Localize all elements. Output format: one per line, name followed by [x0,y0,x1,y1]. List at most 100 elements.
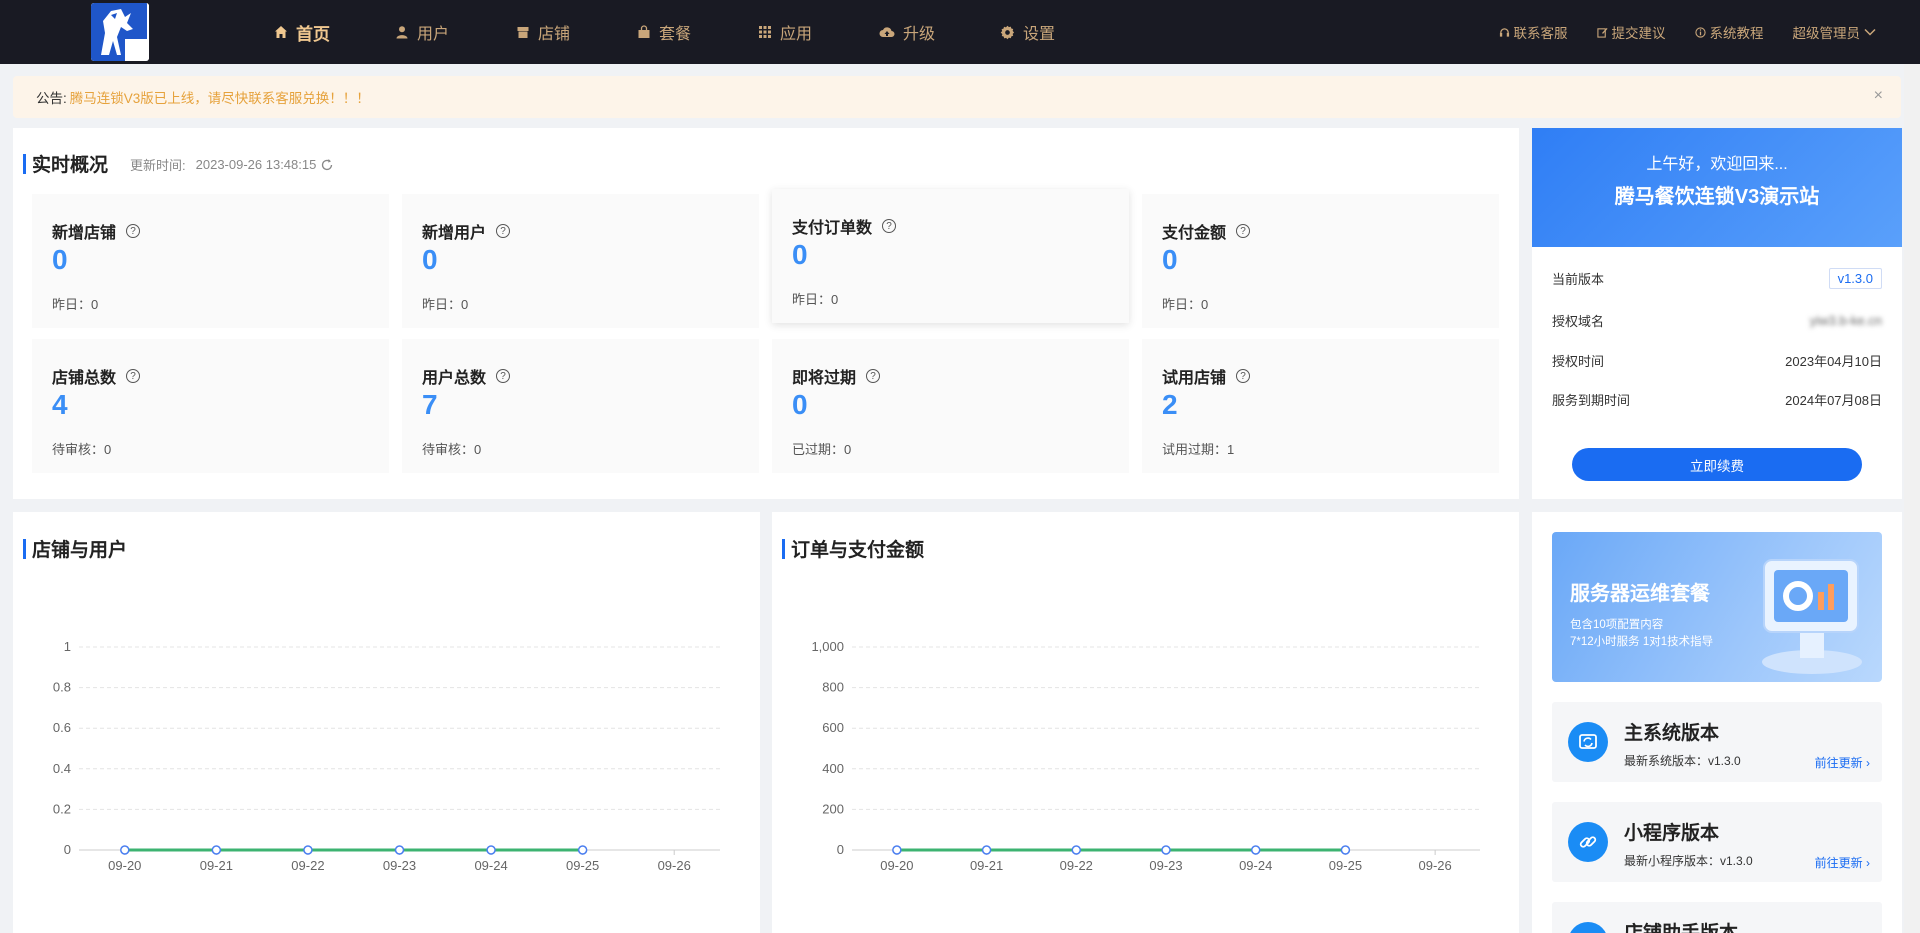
help-icon[interactable]: ? [126,369,141,383]
stat-title-text: 用户总数 [422,370,487,387]
domain-value: yiw3.b-ke.cn [1809,312,1882,328]
data-point [981,845,992,855]
go-update-label: 前往更新 [1814,856,1863,870]
nav-item-upgrade[interactable]: 升级 [867,0,988,64]
data-point [1340,845,1351,855]
chevron-down-icon [1864,28,1876,36]
stat-value: 2 [1162,389,1178,420]
data-point [486,845,496,855]
info-row-version: 当前版本 v1.3.0 [1552,266,1882,290]
info-row-auth-time: 授权时间 2023年04月10日 [1552,351,1882,369]
stat-title-text: 支付订单数 [792,220,873,237]
info-row-expire-time: 服务到期时间 2024年07月08日 [1552,390,1882,408]
stat-title-text: 即将过期 [792,370,857,387]
help-icon[interactable]: ? [882,219,897,233]
cloud-upload-icon [879,27,895,37]
nav-item-apps[interactable]: 应用 [746,0,867,64]
stat-card: 用户总数? 7 待审核：0 [402,339,759,473]
update-time-label: 更新时间: [130,158,186,173]
info-row-domain: 授权域名 yiw3.b-ke.cn [1552,311,1882,329]
main-system-version-box: 主系统版本 最新系统版本：v1.3.0 前往更新 › [1552,702,1882,782]
nav-label: 店铺 [538,26,571,43]
gear-icon [1000,25,1015,39]
welcome-banner: 上午好，欢迎回来... 腾马餐饮连锁V3演示站 [1532,128,1902,247]
title-accent-bar [782,538,785,559]
update-time: 更新时间: 2023-09-26 13:48:15 [130,155,334,174]
data-point [211,845,222,855]
stat-title: 试用店铺? [1162,364,1251,388]
home-icon [275,26,287,38]
overview-title: 实时概况 [23,150,108,177]
version-title: 主系统版本 [1624,723,1720,744]
data-point [1071,845,1082,855]
y-tick-label: 1 [64,639,71,654]
nav-item-shops[interactable]: 店铺 [504,0,625,64]
help-icon[interactable]: ? [496,224,511,238]
user-menu[interactable]: 超级管理员 [1793,22,1877,42]
close-icon[interactable]: × [1874,87,1883,105]
go-update-link[interactable]: 前往更新 › [1815,754,1870,771]
nav-item-users[interactable]: 用户 [383,0,504,64]
help-icon[interactable]: ? [866,369,881,383]
main-nav: 首页 用户 店铺 套餐 应用 升级 设置 [262,0,1109,64]
site-name: 腾马餐饮连锁V3演示站 [1614,186,1820,208]
announcement-bar: 公告: 腾马连锁V3版已上线，请尽快联系客服兑换！！！ × [13,76,1901,118]
overview-title-text: 实时概况 [32,155,109,176]
nav-item-packages[interactable]: 套餐 [625,0,746,64]
stat-title-text: 新增用户 [422,225,487,242]
update-time-value: 2023-09-26 13:48:15 [195,157,317,172]
go-update-link[interactable]: 前往更新 › [1815,854,1870,871]
nav-label: 用户 [417,26,450,43]
stat-card: 试用店铺? 2 试用过期：1 [1142,339,1499,473]
title-accent-bar [23,538,26,559]
refresh-icon[interactable] [320,158,334,172]
help-icon[interactable]: ? [126,224,141,238]
data-point [1161,845,1171,855]
contact-service-link[interactable]: 联系客服 [1499,22,1568,42]
help-icon[interactable]: ? [1236,224,1251,238]
stat-card: 店铺总数? 4 待审核：0 [32,339,389,473]
stat-title-text: 支付金额 [1162,225,1227,242]
nav-item-settings[interactable]: 设置 [988,0,1109,64]
y-tick-label: 0 [64,842,71,857]
data-point [892,845,902,855]
server-monitor-illustration [1762,559,1862,674]
x-tick-label: 09-20 [108,858,141,873]
stat-card: 新增店铺? 0 昨日：0 [32,194,389,328]
submit-suggestion-link[interactable]: 提交建议 [1596,22,1666,42]
stat-card: 即将过期? 0 已过期：0 [772,339,1129,473]
data-point [577,845,588,855]
data-point [1250,845,1261,855]
stat-title: 支付订单数? [792,214,897,238]
stat-title: 店铺总数? [52,364,141,388]
y-tick-label: 0 [837,842,844,857]
user-name: 超级管理员 [1792,26,1861,41]
stat-title: 支付金额? [1162,219,1251,243]
help-icon[interactable]: ? [496,369,511,383]
stat-subtext: 昨日：0 [792,292,839,307]
help-icon[interactable]: ? [1236,369,1251,383]
nav-item-home[interactable]: 首页 [262,0,383,64]
x-tick-label: 09-22 [1060,858,1093,873]
x-tick-label: 09-25 [566,858,599,873]
stat-subtext: 试用过期：1 [1162,442,1235,457]
nav-label: 首页 [296,24,330,44]
renew-button[interactable]: 立即续费 [1572,448,1862,481]
stat-title: 即将过期? [792,364,881,388]
system-tutorial-link[interactable]: 系统教程 [1694,22,1764,42]
x-tick-label: 09-26 [658,858,691,873]
user-icon [396,26,408,39]
link-icon [1568,822,1608,862]
grid-icon [759,26,771,38]
stat-title-text: 试用店铺 [1162,370,1227,387]
x-tick-label: 09-22 [291,858,324,873]
stat-title: 新增店铺? [52,219,141,243]
page-scrollbar[interactable] [1904,64,1920,933]
server-ops-promo-banner[interactable]: 服务器运维套餐 包含10项配置内容 7*12小时服务 1对1技术指导 [1552,532,1882,682]
shops-users-line-chart: 0 0.2 0.4 0.6 0.8 1 09-20 09-21 09-22 09-23 09-24 0… [53,639,720,873]
stat-card: 支付金额? 0 昨日：0 [1142,194,1499,328]
horse-logo[interactable] [91,3,149,61]
announcement-text[interactable]: 腾马连锁V3版已上线，请尽快联系客服兑换！！！ [70,87,370,107]
stat-value: 4 [52,389,68,420]
info-label: 服务到期时间 [1552,392,1631,408]
